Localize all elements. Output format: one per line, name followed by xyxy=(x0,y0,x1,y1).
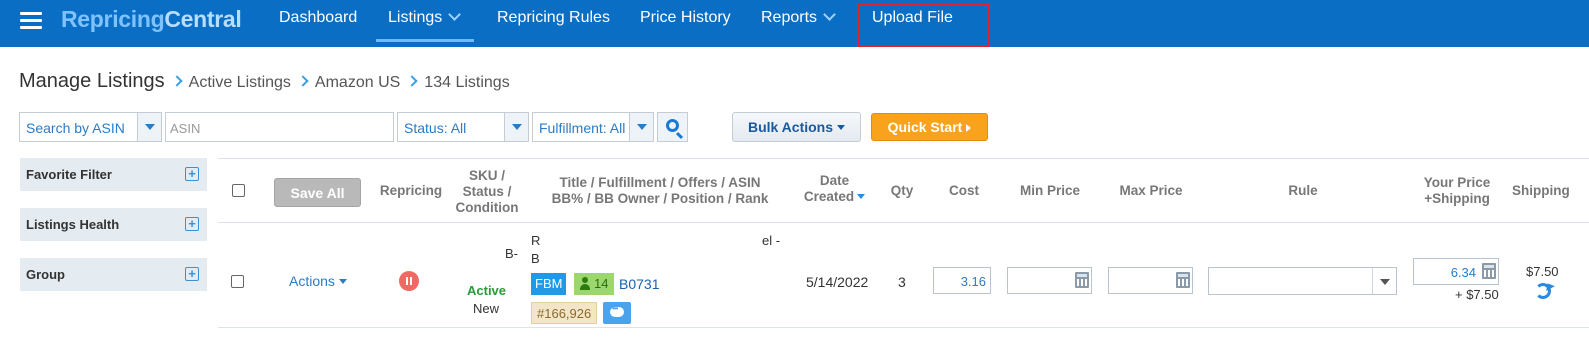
plus-icon[interactable]: + xyxy=(185,267,199,281)
row-sku: B- xyxy=(505,246,518,261)
search-icon xyxy=(666,119,679,132)
dropdown-arrow-icon xyxy=(137,113,161,141)
chevron-right-icon xyxy=(297,75,309,87)
header-max-price[interactable]: Max Price xyxy=(1110,183,1192,199)
header-sku-status-condition[interactable]: SKU / Status / Condition xyxy=(452,168,522,216)
breadcrumb: Manage Listings Active Listings Amazon US 1… xyxy=(19,70,510,93)
nav-dashboard[interactable]: Dashboard xyxy=(279,9,357,27)
row-status: Active xyxy=(467,283,507,298)
nav-price-history[interactable]: Price History xyxy=(640,9,731,27)
caret-down-icon xyxy=(338,279,347,284)
row-title-fragment: R xyxy=(531,233,541,248)
nav-repricing-rules[interactable]: Repricing Rules xyxy=(497,9,610,27)
row-qty: 3 xyxy=(898,274,906,290)
row-title-fragment: el - xyxy=(762,233,781,248)
nav-reports[interactable]: Reports xyxy=(761,8,836,27)
plus-icon[interactable]: + xyxy=(185,217,199,231)
cost-input[interactable]: 3.16 xyxy=(933,267,991,294)
table-border xyxy=(218,327,1589,328)
asin-link[interactable]: B0731 xyxy=(619,276,659,292)
refresh-icon[interactable] xyxy=(1535,283,1551,299)
asin-search-input[interactable]: ASIN xyxy=(165,112,394,142)
offers-badge[interactable]: 14 xyxy=(574,273,614,295)
caret-down-icon xyxy=(837,125,846,130)
select-all-checkbox[interactable] xyxy=(232,184,245,197)
row-title-fragment: B xyxy=(531,251,540,266)
nav-listings[interactable]: Listings xyxy=(388,8,462,27)
breadcrumb-marketplace[interactable]: Amazon US xyxy=(315,74,400,91)
sidebar-group[interactable]: Group + xyxy=(20,258,207,291)
bulk-actions-button[interactable]: Bulk Actions xyxy=(732,112,861,142)
sidebar-favorite-filter[interactable]: Favorite Filter + xyxy=(20,158,207,191)
nav-active-indicator xyxy=(376,39,474,42)
quick-start-button[interactable]: Quick Start xyxy=(871,113,988,141)
search-button[interactable] xyxy=(657,112,688,142)
row-condition: New xyxy=(473,301,500,316)
header-title[interactable]: Title / Fulfillment / Offers / ASIN BB% … xyxy=(540,175,780,207)
header-cost[interactable]: Cost xyxy=(938,183,990,199)
plus-icon[interactable]: + xyxy=(185,167,199,181)
chevron-down-icon xyxy=(448,8,462,21)
chevron-down-icon xyxy=(823,8,836,21)
breadcrumb-active-listings[interactable]: Active Listings xyxy=(189,74,291,91)
sidebar-listings-health[interactable]: Listings Health + xyxy=(20,208,207,241)
header-qty[interactable]: Qty xyxy=(882,183,922,199)
caret-right-icon xyxy=(966,124,972,132)
rule-select[interactable] xyxy=(1208,267,1397,295)
max-price-input[interactable] xyxy=(1108,267,1193,294)
pause-icon[interactable] xyxy=(399,271,419,291)
status-select[interactable]: Status: All xyxy=(397,112,529,142)
header-shipping[interactable]: Shipping xyxy=(1512,183,1589,199)
row-price-plus-shipping: + $7.50 xyxy=(1455,287,1499,302)
table-border xyxy=(218,222,1589,223)
dropdown-arrow-icon xyxy=(1372,268,1396,294)
row-shipping: $7.50 xyxy=(1526,264,1559,279)
row-checkbox[interactable] xyxy=(231,275,244,288)
calculator-icon[interactable] xyxy=(1176,272,1190,288)
highlight-box xyxy=(857,4,989,47)
app-logo[interactable]: RepricingCentral xyxy=(61,6,242,33)
hamburger-menu-icon[interactable] xyxy=(20,12,42,30)
fulfillment-select[interactable]: Fulfillment: All xyxy=(532,112,654,142)
sort-caret-icon xyxy=(857,194,866,199)
page-title: Manage Listings xyxy=(19,70,165,92)
row-actions-dropdown[interactable]: Actions xyxy=(289,273,347,289)
dropdown-arrow-icon xyxy=(504,113,528,141)
row-date-created: 5/14/2022 xyxy=(806,274,869,290)
header-date-created[interactable]: Date Created xyxy=(797,173,872,205)
table-border xyxy=(218,158,1589,159)
breadcrumb-count: 134 Listings xyxy=(424,74,510,91)
chat-bubble-icon[interactable] xyxy=(603,302,631,324)
rank-badge: #166,926 xyxy=(531,302,598,324)
chevron-right-icon xyxy=(170,75,183,87)
top-nav-bar: RepricingCentral Dashboard Listings Repr… xyxy=(0,0,1589,47)
header-min-price[interactable]: Min Price xyxy=(1010,183,1090,199)
dropdown-arrow-icon xyxy=(629,113,653,141)
save-all-button[interactable]: Save All xyxy=(274,178,361,207)
person-icon xyxy=(580,277,590,291)
header-repricing: Repricing xyxy=(379,183,443,198)
calculator-icon[interactable] xyxy=(1075,272,1089,288)
search-by-select[interactable]: Search by ASIN xyxy=(19,112,162,142)
min-price-input[interactable] xyxy=(1007,267,1092,294)
calculator-icon[interactable] xyxy=(1482,263,1496,279)
fulfillment-badge: FBM xyxy=(531,273,567,295)
chevron-right-icon xyxy=(406,75,418,87)
your-price-input[interactable]: 6.34 xyxy=(1413,258,1499,285)
header-rule[interactable]: Rule xyxy=(1270,183,1336,199)
header-your-price[interactable]: Your Price +Shipping xyxy=(1412,175,1502,207)
